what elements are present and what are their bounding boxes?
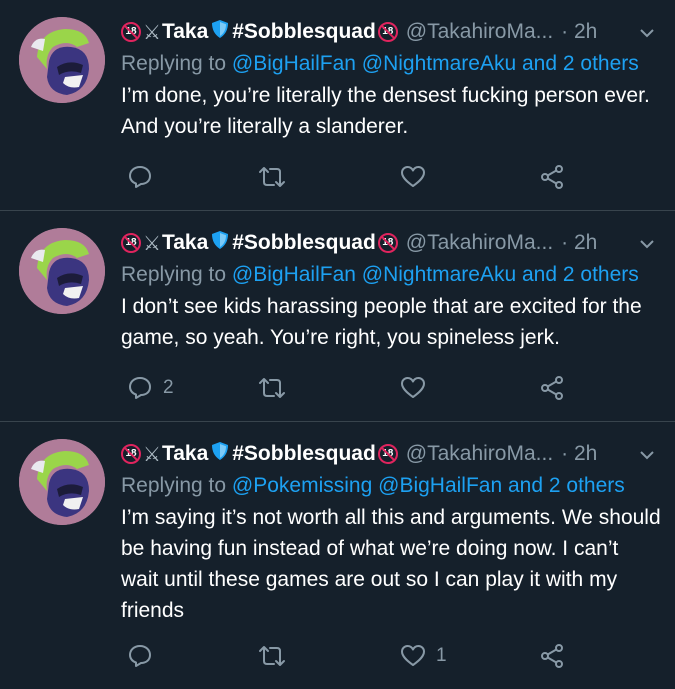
crossed-swords-icon: ⚔: [143, 443, 161, 466]
no-under-18-icon: 18: [121, 444, 141, 464]
share-button[interactable]: [539, 639, 565, 673]
share-icon: [539, 164, 565, 190]
retweet-button[interactable]: [258, 371, 296, 405]
replying-to: Replying to @BigHailFan @NightmareAku an…: [121, 48, 661, 80]
timestamp[interactable]: · 2h: [561, 231, 597, 255]
like-button[interactable]: 1: [400, 639, 447, 673]
retweet-icon: [258, 375, 286, 401]
reply-button[interactable]: 2: [127, 371, 174, 405]
tweet-text: I’m done, you’re literally the densest f…: [121, 84, 655, 138]
no-under-18-icon: 18: [121, 22, 141, 42]
tweet-text: I’m saying it’s not worth all this and a…: [121, 506, 667, 622]
user-handle[interactable]: @TakahiroMa...: [406, 231, 553, 255]
tweet-actions: 1: [121, 639, 675, 673]
tweet[interactable]: 18 ⚔ Taka #Sobblesquad 18 @TakahiroMa...…: [0, 0, 675, 211]
display-name-hashtag[interactable]: #Sobblesquad: [232, 20, 376, 44]
share-icon: [539, 375, 565, 401]
timestamp[interactable]: · 2h: [561, 442, 597, 466]
tweet[interactable]: 18 ⚔ Taka #Sobblesquad 18 @TakahiroMa...…: [0, 422, 675, 689]
replying-to-prefix: Replying to: [121, 263, 227, 286]
others-link[interactable]: and 2 others: [508, 474, 625, 497]
display-name[interactable]: Taka: [162, 20, 208, 44]
replying-to: Replying to @BigHailFan @NightmareAku an…: [121, 259, 661, 291]
display-name[interactable]: Taka: [162, 442, 208, 466]
crossed-swords-icon: ⚔: [143, 232, 161, 255]
shield-icon: [211, 441, 229, 467]
no-under-18-icon: 18: [121, 233, 141, 253]
display-name[interactable]: Taka: [162, 231, 208, 255]
tweet-actions: [121, 160, 675, 194]
share-button[interactable]: [539, 371, 565, 405]
shield-icon: [211, 230, 229, 256]
others-link[interactable]: and 2 others: [522, 52, 639, 75]
user-handle[interactable]: @TakahiroMa...: [406, 20, 553, 44]
tweet-text: I don’t see kids harassing people that a…: [121, 295, 648, 349]
heart-icon: [400, 644, 426, 668]
mention-link[interactable]: @Pokemissing: [232, 474, 372, 497]
replying-to-prefix: Replying to: [121, 474, 227, 497]
timestamp[interactable]: · 2h: [561, 20, 597, 44]
share-icon: [539, 643, 565, 669]
replying-to-prefix: Replying to: [121, 52, 227, 75]
heart-icon: [400, 165, 426, 189]
mention-link[interactable]: @BigHailFan: [232, 263, 356, 286]
mention-link[interactable]: @BigHailFan: [378, 474, 502, 497]
like-count: 1: [436, 645, 447, 666]
chevron-down-icon[interactable]: [639, 22, 655, 43]
avatar[interactable]: [19, 17, 105, 103]
retweet-icon: [258, 164, 286, 190]
no-under-18-icon: 18: [377, 444, 398, 464]
tweet-actions: 2: [121, 371, 675, 405]
others-link[interactable]: and 2 others: [522, 263, 639, 286]
shield-icon: [211, 19, 229, 45]
reply-button[interactable]: [127, 160, 163, 194]
replying-to: Replying to @Pokemissing @BigHailFan and…: [121, 470, 661, 502]
reply-count: 2: [163, 377, 174, 398]
chevron-down-icon[interactable]: [639, 444, 655, 465]
no-under-18-icon: 18: [377, 22, 398, 42]
tweet-header: 18 ⚔ Taka #Sobblesquad 18 @TakahiroMa...…: [121, 438, 661, 470]
tweet-header: 18 ⚔ Taka #Sobblesquad 18 @TakahiroMa...…: [121, 227, 661, 259]
display-name-hashtag[interactable]: #Sobblesquad: [232, 231, 376, 255]
display-name-hashtag[interactable]: #Sobblesquad: [232, 442, 376, 466]
avatar[interactable]: [19, 439, 105, 525]
retweet-icon: [258, 643, 286, 669]
reply-icon: [127, 375, 153, 401]
retweet-button[interactable]: [258, 160, 296, 194]
no-under-18-icon: 18: [377, 233, 398, 253]
user-handle[interactable]: @TakahiroMa...: [406, 442, 553, 466]
share-button[interactable]: [539, 160, 565, 194]
tweet-header: 18 ⚔ Taka #Sobblesquad 18 @TakahiroMa...…: [121, 16, 661, 48]
chevron-down-icon[interactable]: [639, 233, 655, 254]
tweet[interactable]: 18 ⚔ Taka #Sobblesquad 18 @TakahiroMa...…: [0, 211, 675, 422]
crossed-swords-icon: ⚔: [143, 21, 161, 44]
avatar[interactable]: [19, 228, 105, 314]
reply-button[interactable]: [127, 639, 163, 673]
reply-icon: [127, 643, 153, 669]
mention-link[interactable]: @BigHailFan: [232, 52, 356, 75]
reply-icon: [127, 164, 153, 190]
like-button[interactable]: [400, 160, 436, 194]
like-button[interactable]: [400, 371, 436, 405]
mention-link[interactable]: @NightmareAku: [362, 52, 516, 75]
mention-link[interactable]: @NightmareAku: [362, 263, 516, 286]
retweet-button[interactable]: [258, 639, 296, 673]
heart-icon: [400, 376, 426, 400]
